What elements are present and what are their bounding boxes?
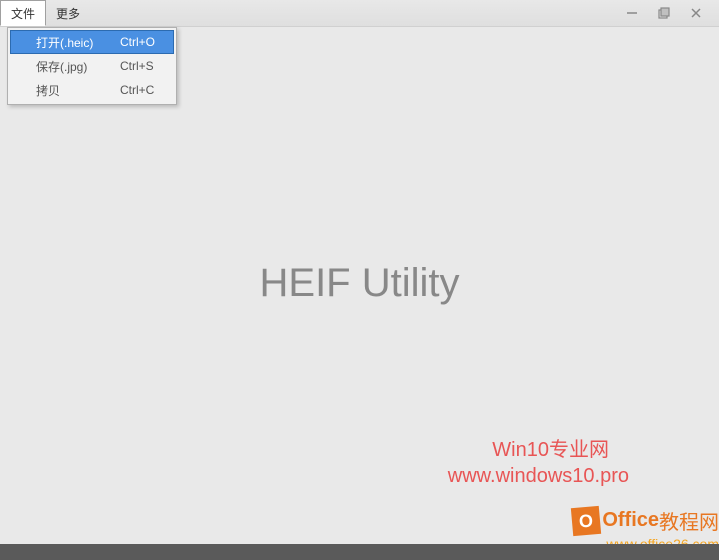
menu-file[interactable]: 文件 <box>0 0 46 26</box>
menu-copy-shortcut: Ctrl+C <box>120 83 170 97</box>
app-window: 文件 更多 HEIF Utility Win10专业网 www.windows1… <box>0 0 719 560</box>
watermark-brand: Win10专业网 <box>492 433 609 462</box>
title-bar: 文件 更多 <box>0 0 719 27</box>
menu-open-heic[interactable]: 打开(.heic) Ctrl+O <box>10 30 174 54</box>
office-logo-icon: O <box>571 505 601 535</box>
maximize-icon <box>658 7 670 19</box>
menu-copy[interactable]: 拷贝 Ctrl+C <box>10 78 174 102</box>
app-title: HEIF Utility <box>260 261 460 306</box>
watermark-url: www.windows10.pro <box>448 465 629 488</box>
menu-save-label: 保存(.jpg) <box>36 58 120 75</box>
window-controls <box>625 6 719 20</box>
menu-copy-label: 拷贝 <box>36 82 120 99</box>
close-icon <box>690 7 702 19</box>
minimize-button[interactable] <box>625 6 639 20</box>
close-button[interactable] <box>689 6 703 20</box>
watermark-office-suffix: 教程网 <box>659 506 719 535</box>
content-area: HEIF Utility Win10专业网 www.windows10.pro … <box>0 27 719 560</box>
bottom-strip <box>0 544 719 560</box>
maximize-button[interactable] <box>657 6 671 20</box>
menu-open-label: 打开(.heic) <box>36 34 120 51</box>
file-dropdown: 打开(.heic) Ctrl+O 保存(.jpg) Ctrl+S 拷贝 Ctrl… <box>7 27 177 105</box>
minimize-icon <box>626 7 638 19</box>
menu-save-jpg[interactable]: 保存(.jpg) Ctrl+S <box>10 54 174 78</box>
watermark-office: O Office教程网 <box>572 506 719 535</box>
menu-save-shortcut: Ctrl+S <box>120 59 170 73</box>
menu-more[interactable]: 更多 <box>46 0 90 26</box>
menu-bar: 文件 更多 <box>0 0 90 26</box>
watermark-office-brand: Office <box>602 509 659 532</box>
menu-open-shortcut: Ctrl+O <box>120 35 170 49</box>
